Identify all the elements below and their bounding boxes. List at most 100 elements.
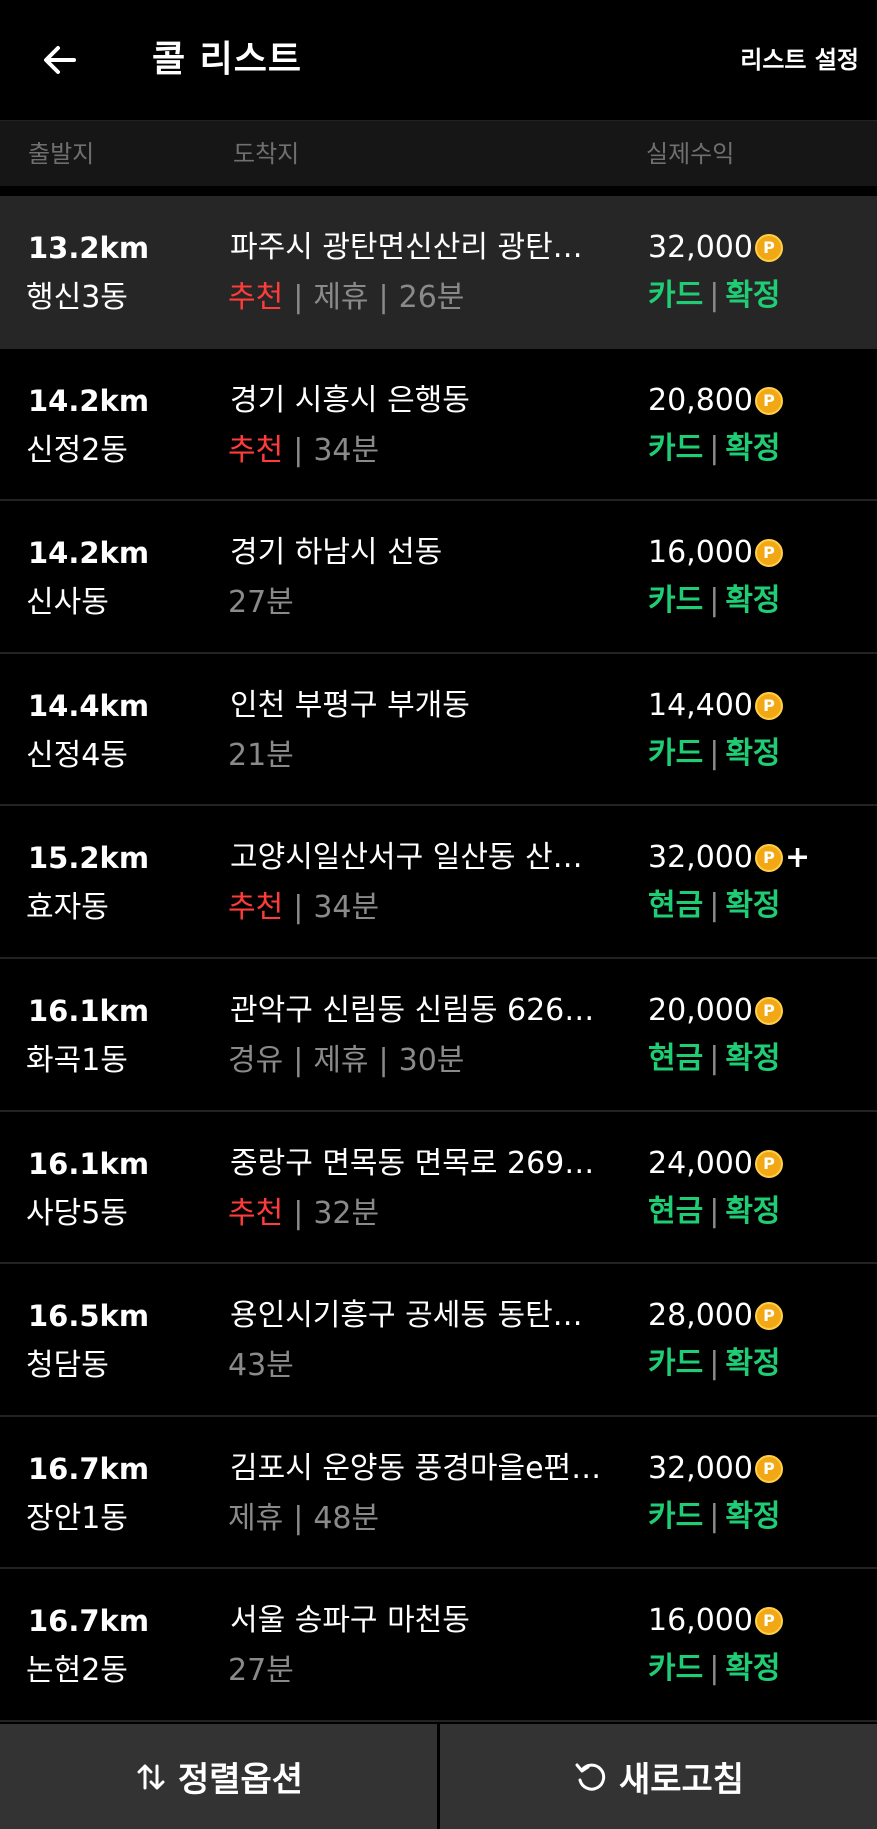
payment-type: 현금	[648, 888, 704, 924]
recommend-badge: 추천	[228, 1195, 284, 1231]
confirm-status: 확정	[725, 735, 781, 771]
earnings: 16,000 P	[648, 1601, 783, 1641]
distance: 14.2km	[28, 383, 150, 418]
separator: |	[378, 1042, 389, 1078]
distance: 13.2km	[28, 231, 150, 265]
sort-options-button[interactable]: 정렬옵션	[0, 1724, 437, 1829]
payment-type: 카드	[648, 430, 704, 466]
destination: 김포시 운양동 풍경마을e편…	[230, 1450, 602, 1486]
earnings: 20,800 P	[648, 381, 783, 421]
confirm-status: 확정	[725, 1498, 781, 1534]
call-meta: 추천 | 34분	[228, 431, 379, 471]
payment-type: 카드	[648, 1346, 704, 1382]
distance: 16.7km	[28, 1604, 150, 1639]
column-header: 출발지 도착지 실제수익	[0, 120, 877, 186]
tag-label: 제휴	[313, 280, 369, 315]
separator: |	[709, 1498, 720, 1534]
coin-icon: P	[754, 1454, 783, 1483]
separator: |	[293, 1195, 304, 1231]
payment-type: 현금	[648, 1040, 704, 1076]
price-value: 20,800	[648, 382, 753, 418]
call-row[interactable]: 13.2km 행신3동 파주시 광탄면신산리 광탄… 추천 | 제휴 | 26분 32,000 P…	[0, 196, 877, 349]
list-settings-button[interactable]: 리스트 설정	[740, 42, 859, 78]
confirm-status: 확정	[725, 430, 781, 466]
recommend-badge: 추천	[228, 280, 284, 315]
payment-status: 현금 | 확정	[648, 886, 781, 926]
call-meta: 추천 | 32분	[228, 1194, 379, 1234]
refresh-button[interactable]: 새로고침	[440, 1724, 877, 1829]
payment-type: 현금	[648, 1193, 704, 1229]
origin: 논현2동	[26, 1653, 128, 1689]
payment-status: 카드 | 확정	[648, 581, 781, 621]
call-row[interactable]: 15.2km 효자동 고양시일산서구 일산동 산… 추천 | 34분 32,000 P + 현금 |…	[0, 806, 877, 959]
destination: 인천 부평구 부개동	[230, 687, 470, 723]
price-value: 16,000	[648, 535, 753, 571]
separator: |	[709, 583, 720, 619]
recommend-badge: 추천	[228, 432, 284, 468]
distance: 15.2km	[28, 841, 150, 876]
price-value: 16,000	[648, 1603, 753, 1639]
call-meta: 43분	[228, 1346, 294, 1386]
distance: 16.5km	[28, 1299, 150, 1334]
distance: 14.2km	[28, 536, 150, 571]
separator: |	[709, 1040, 720, 1076]
eta-time: 27분	[228, 1653, 294, 1689]
payment-type: 카드	[648, 735, 704, 771]
eta-time: 26분	[398, 280, 465, 315]
earnings: 16,000 P	[648, 533, 783, 573]
call-row[interactable]: 16.1km 화곡1동 관악구 신림동 신림동 626… 경유 | 제휴 | 30분 20,00…	[0, 958, 877, 1112]
tag-label: 제휴	[228, 1500, 284, 1536]
eta-time: 30분	[398, 1042, 465, 1078]
destination: 고양시일산서구 일산동 산…	[230, 840, 583, 876]
bottom-bar: 정렬옵션 새로고침	[0, 1724, 877, 1829]
destination: 용인시기흥구 공세동 동탄…	[230, 1298, 583, 1334]
payment-status: 카드 | 확정	[648, 429, 781, 469]
payment-type: 카드	[648, 1498, 704, 1534]
origin: 신정2동	[26, 432, 128, 468]
coin-icon: P	[754, 996, 783, 1025]
confirm-status: 확정	[725, 1193, 781, 1229]
call-row[interactable]: 14.2km 신정2동 경기 시흥시 은행동 추천 | 34분 20,800 P 카드 | 확정	[0, 348, 877, 502]
separator: |	[709, 735, 720, 771]
payment-status: 카드 | 확정	[648, 276, 781, 316]
payment-type: 카드	[648, 1651, 704, 1687]
distance: 14.4km	[28, 688, 150, 723]
call-meta: 21분	[228, 736, 294, 776]
distance: 16.1km	[28, 993, 150, 1028]
confirm-status: 확정	[725, 278, 781, 313]
price-value: 24,000	[648, 1145, 753, 1181]
call-row[interactable]: 16.7km 논현2동 서울 송파구 마천동 27분 16,000 P 카드 | 확정	[0, 1569, 877, 1722]
distance: 16.7km	[28, 1451, 150, 1486]
price-value: 32,000	[648, 1450, 753, 1486]
separator: |	[709, 278, 720, 313]
origin: 사당5동	[26, 1195, 128, 1231]
call-row[interactable]: 16.1km 사당5동 중랑구 면목동 면목로 269… 추천 | 32분 24,000 P 현…	[0, 1111, 877, 1265]
eta-time: 21분	[228, 737, 294, 773]
coin-icon: P	[754, 691, 783, 720]
coin-icon: P	[754, 234, 783, 262]
confirm-status: 확정	[725, 583, 781, 619]
call-meta: 27분	[228, 583, 294, 623]
call-row[interactable]: 16.5km 청담동 용인시기흥구 공세동 동탄… 43분 28,000 P 카드 | 확정	[0, 1264, 877, 1417]
eta-time: 32분	[313, 1195, 380, 1231]
back-button[interactable]	[34, 34, 86, 86]
separator: |	[293, 280, 304, 315]
separator: |	[709, 430, 720, 466]
call-row[interactable]: 16.7km 장안1동 김포시 운양동 풍경마을e편… 제휴 | 48분 32,000 P 카드…	[0, 1416, 877, 1570]
earnings: 32,000 P	[648, 228, 783, 268]
column-origin: 출발지	[28, 140, 95, 168]
payment-status: 카드 | 확정	[648, 734, 781, 774]
tag-label: 경유	[228, 1042, 284, 1078]
call-row[interactable]: 14.4km 신정4동 인천 부평구 부개동 21분 14,400 P 카드 | 확정	[0, 653, 877, 807]
separator: |	[293, 1500, 304, 1536]
coin-icon: P	[754, 1302, 783, 1331]
origin: 청담동	[26, 1348, 109, 1384]
call-row[interactable]: 14.2km 신사동 경기 하남시 선동 27분 16,000 P 카드 | 확정	[0, 501, 877, 654]
price-value: 32,000	[648, 840, 753, 876]
coin-icon: P	[754, 539, 783, 568]
destination: 서울 송파구 마천동	[230, 1603, 470, 1639]
back-arrow-icon	[44, 46, 76, 74]
refresh-label: 새로고침	[618, 1760, 745, 1800]
call-meta: 추천 | 제휴 | 26분	[228, 278, 464, 318]
separator: |	[293, 890, 304, 926]
